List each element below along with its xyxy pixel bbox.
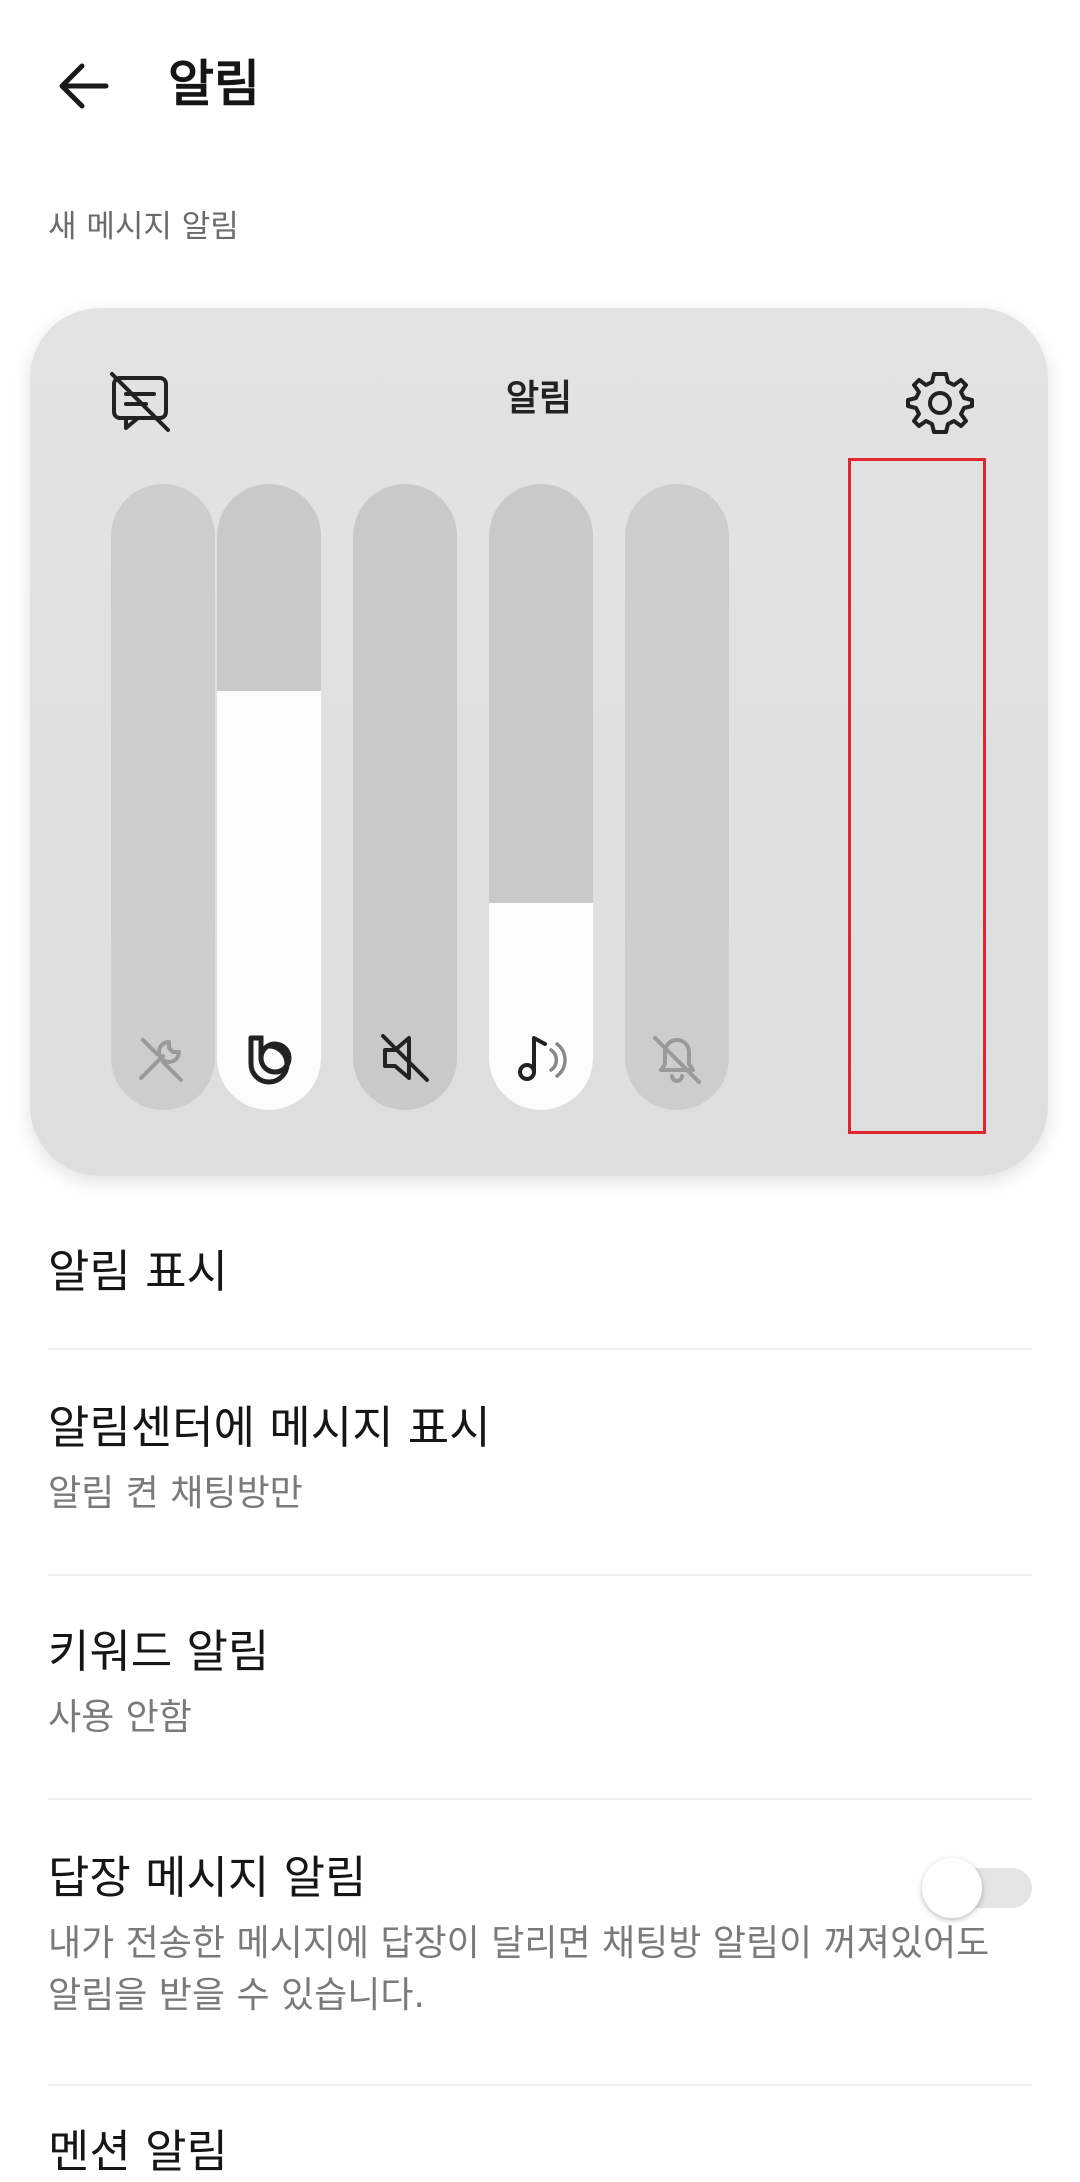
row-title: 알림센터에 메시지 표시 <box>48 1401 491 1454</box>
volume-slider-bixby[interactable] <box>217 484 321 1110</box>
toggle-knob <box>922 1858 982 1918</box>
arrow-left-icon <box>59 63 109 109</box>
section-label: 새 메시지 알림 <box>48 209 239 245</box>
mention-notification-item[interactable]: 멘션 알림 <box>48 2122 1032 2182</box>
wrench-icon <box>139 1038 183 1082</box>
row-title: 멘션 알림 <box>48 2125 228 2178</box>
gear-icon <box>906 372 974 434</box>
volume-slider-mute[interactable] <box>353 484 457 1110</box>
keyword-notification-item[interactable]: 키워드 알림 사용 안함 <box>48 1622 1032 1744</box>
panel-title: 알림 <box>505 378 573 419</box>
volume-slider-tool[interactable] <box>111 484 215 1110</box>
reply-notification-toggle[interactable] <box>922 1858 1032 1918</box>
row-subtitle: 사용 안함 <box>48 1697 192 1738</box>
divider <box>48 1348 1032 1350</box>
header: 알림 <box>0 0 1080 170</box>
notification-center-item[interactable]: 알림센터에 메시지 표시 알림 켠 채팅방만 <box>48 1398 1032 1520</box>
speaker-mute-icon <box>381 1034 429 1082</box>
highlight-box <box>848 458 986 1134</box>
back-button[interactable] <box>48 50 120 122</box>
row-title: 키워드 알림 <box>48 1625 270 1678</box>
row-title: 알림 표시 <box>48 1245 228 1298</box>
show-notifications-item[interactable]: 알림 표시 <box>48 1242 1032 1302</box>
divider <box>48 1798 1032 1800</box>
page-title: 알림 <box>168 55 260 113</box>
bell-off-icon <box>653 1036 701 1084</box>
reply-notification-item[interactable]: 답장 메시지 알림 내가 전송한 메시지에 답장이 달리면 채팅방 알림이 꺼져… <box>48 1848 1032 2022</box>
row-subtitle: 내가 전송한 메시지에 답장이 달리면 채팅방 알림이 꺼져있어도 알림을 받을… <box>48 1923 990 2016</box>
music-note-icon <box>518 1036 567 1081</box>
volume-panel: 알림 <box>30 308 1048 1176</box>
row-title: 답장 메시지 알림 <box>48 1851 367 1904</box>
settings-button[interactable] <box>906 368 974 436</box>
volume-slider-notification[interactable] <box>625 484 729 1110</box>
row-subtitle: 알림 켠 채팅방만 <box>48 1473 303 1514</box>
bixby-icon <box>248 1035 292 1085</box>
divider <box>48 2084 1032 2086</box>
divider <box>48 1574 1032 1576</box>
volume-slider-media[interactable] <box>489 484 593 1110</box>
